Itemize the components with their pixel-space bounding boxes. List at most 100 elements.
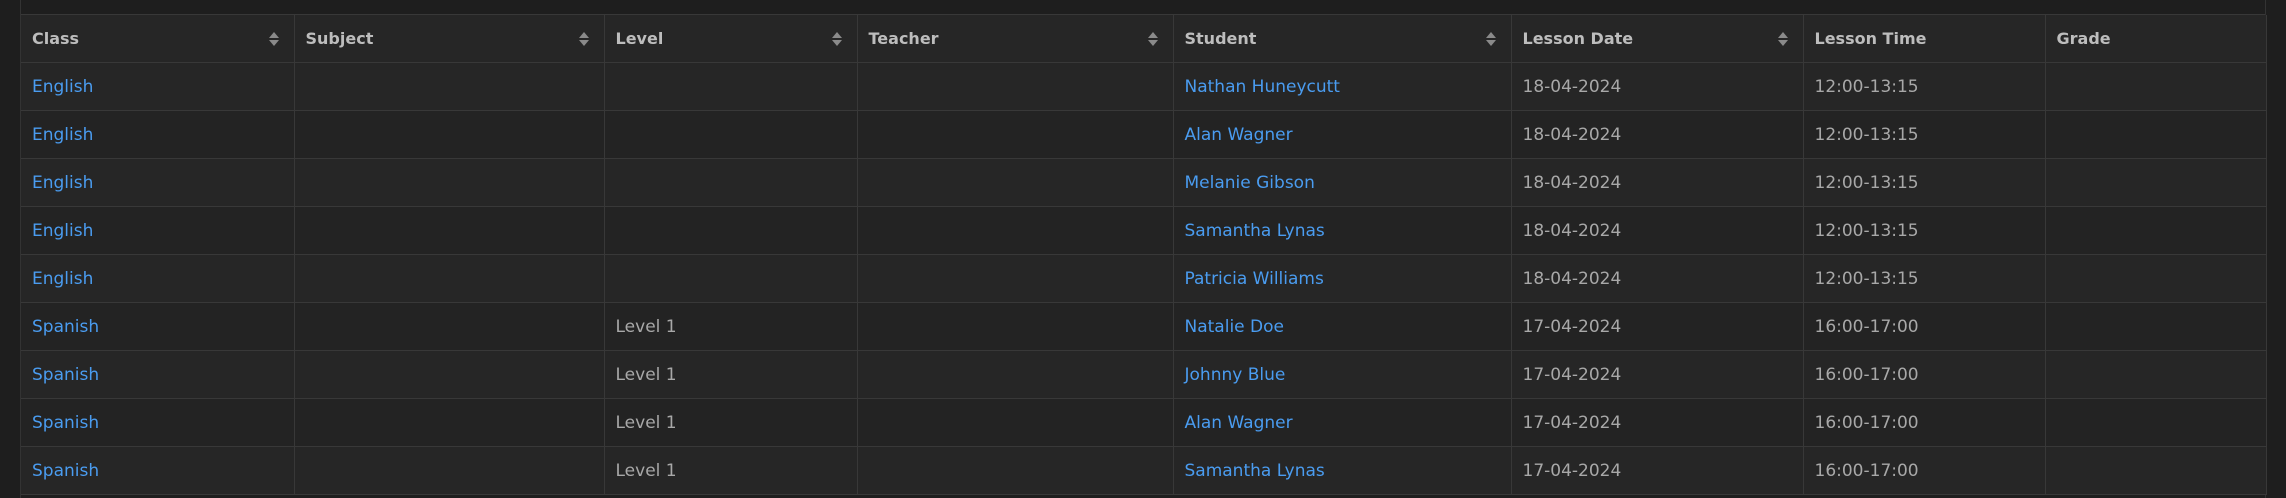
cell-student[interactable]: Natalie Doe	[1173, 302, 1512, 351]
cell-student[interactable]: Patricia Williams	[1173, 254, 1512, 303]
cell-class[interactable]: Spanish	[21, 398, 295, 447]
cell-student[interactable]: Alan Wagner	[1173, 110, 1512, 159]
cell-lesson-date: 18-04-2024	[1511, 62, 1804, 111]
cell-teacher	[857, 446, 1174, 495]
cell-student[interactable]: Nathan Huneycutt	[1173, 62, 1512, 111]
student-link[interactable]: Alan Wagner	[1185, 413, 1293, 433]
sort-icon[interactable]	[831, 31, 842, 46]
table-row: Spanish Level 1 Johnny Blue 17-04-2024 1…	[21, 350, 2267, 399]
student-link[interactable]: Natalie Doe	[1185, 317, 1284, 337]
cell-class[interactable]: English	[21, 110, 295, 159]
table-row: English Patricia Williams 18-04-2024 12:…	[21, 254, 2267, 303]
cell-level	[604, 110, 858, 159]
column-header-label: Lesson Time	[1814, 29, 1927, 48]
cell-student[interactable]: Alan Wagner	[1173, 398, 1512, 447]
cell-grade	[2045, 158, 2267, 207]
cell-level: Level 1	[604, 302, 858, 351]
column-header-lesson-time: Lesson Time	[1803, 15, 2046, 63]
class-link[interactable]: Spanish	[32, 317, 99, 337]
cell-class[interactable]: Spanish	[21, 350, 295, 399]
cell-lesson-time: 12:00-13:15	[1803, 62, 2046, 111]
student-link[interactable]: Patricia Williams	[1185, 269, 1324, 289]
table-row: English Alan Wagner 18-04-2024 12:00-13:…	[21, 110, 2267, 159]
sort-icon[interactable]	[1485, 31, 1496, 46]
cell-subject	[294, 206, 605, 255]
cell-student[interactable]: Samantha Lynas	[1173, 206, 1512, 255]
cell-subject	[294, 446, 605, 495]
cell-subject	[294, 302, 605, 351]
sort-icon[interactable]	[578, 31, 589, 46]
column-header-label: Level	[615, 29, 664, 48]
sort-icon[interactable]	[268, 31, 279, 46]
cell-grade	[2045, 62, 2267, 111]
cell-lesson-date: 17-04-2024	[1511, 302, 1804, 351]
cell-lesson-date: 18-04-2024	[1511, 206, 1804, 255]
cell-lesson-time: 12:00-13:15	[1803, 110, 2046, 159]
table-header: Class Subject Level Teacher Student Less…	[21, 15, 2267, 63]
lessons-page: Class Subject Level Teacher Student Less…	[0, 0, 2286, 498]
column-header-class[interactable]: Class	[21, 15, 295, 63]
student-link[interactable]: Melanie Gibson	[1185, 173, 1315, 193]
column-header-label: Student	[1184, 29, 1257, 48]
student-link[interactable]: Johnny Blue	[1185, 365, 1286, 385]
cell-grade	[2045, 398, 2267, 447]
cell-student[interactable]: Samantha Lynas	[1173, 446, 1512, 495]
cell-level: Level 1	[604, 350, 858, 399]
cell-level: Level 1	[604, 446, 858, 495]
sort-icon[interactable]	[1147, 31, 1158, 46]
cell-teacher	[857, 302, 1174, 351]
student-link[interactable]: Alan Wagner	[1185, 125, 1293, 145]
column-header-teacher[interactable]: Teacher	[857, 15, 1174, 63]
class-link[interactable]: Spanish	[32, 413, 99, 433]
left-gutter	[0, 0, 21, 498]
cell-teacher	[857, 398, 1174, 447]
cell-class[interactable]: English	[21, 62, 295, 111]
cell-lesson-date: 18-04-2024	[1511, 158, 1804, 207]
student-link[interactable]: Samantha Lynas	[1185, 221, 1325, 241]
class-link[interactable]: English	[32, 269, 93, 289]
class-link[interactable]: Spanish	[32, 461, 99, 481]
cell-class[interactable]: English	[21, 206, 295, 255]
cell-teacher	[857, 350, 1174, 399]
cell-lesson-date: 18-04-2024	[1511, 110, 1804, 159]
column-header-subject[interactable]: Subject	[294, 15, 605, 63]
cell-grade	[2045, 110, 2267, 159]
cell-level: Level 1	[604, 398, 858, 447]
cell-student[interactable]: Johnny Blue	[1173, 350, 1512, 399]
column-header-lesson-date[interactable]: Lesson Date	[1511, 15, 1804, 63]
cell-level	[604, 158, 858, 207]
cell-lesson-time: 16:00-17:00	[1803, 350, 2046, 399]
cell-grade	[2045, 350, 2267, 399]
student-link[interactable]: Samantha Lynas	[1185, 461, 1325, 481]
lessons-table: Class Subject Level Teacher Student Less…	[21, 15, 2267, 495]
column-header-label: Class	[32, 29, 80, 48]
cell-lesson-time: 16:00-17:00	[1803, 446, 2046, 495]
column-header-student[interactable]: Student	[1173, 15, 1512, 63]
class-link[interactable]: English	[32, 77, 93, 97]
cell-level	[604, 254, 858, 303]
table-row: Spanish Level 1 Natalie Doe 17-04-2024 1…	[21, 302, 2267, 351]
class-link[interactable]: English	[32, 173, 93, 193]
column-header-level[interactable]: Level	[604, 15, 858, 63]
student-link[interactable]: Nathan Huneycutt	[1185, 77, 1340, 97]
cell-lesson-date: 17-04-2024	[1511, 398, 1804, 447]
class-link[interactable]: English	[32, 221, 93, 241]
column-header-label: Teacher	[868, 29, 939, 48]
class-link[interactable]: Spanish	[32, 365, 99, 385]
cell-teacher	[857, 206, 1174, 255]
cell-class[interactable]: Spanish	[21, 446, 295, 495]
column-header-label: Grade	[2056, 29, 2111, 48]
column-header-label: Lesson Date	[1522, 29, 1634, 48]
cell-teacher	[857, 110, 1174, 159]
sort-icon[interactable]	[1777, 31, 1788, 46]
cell-class[interactable]: English	[21, 158, 295, 207]
cell-student[interactable]: Melanie Gibson	[1173, 158, 1512, 207]
cell-class[interactable]: Spanish	[21, 302, 295, 351]
table-row: English Nathan Huneycutt 18-04-2024 12:0…	[21, 62, 2267, 111]
cell-teacher	[857, 158, 1174, 207]
cell-level	[604, 62, 858, 111]
class-link[interactable]: English	[32, 125, 93, 145]
cell-teacher	[857, 254, 1174, 303]
cell-subject	[294, 350, 605, 399]
cell-class[interactable]: English	[21, 254, 295, 303]
